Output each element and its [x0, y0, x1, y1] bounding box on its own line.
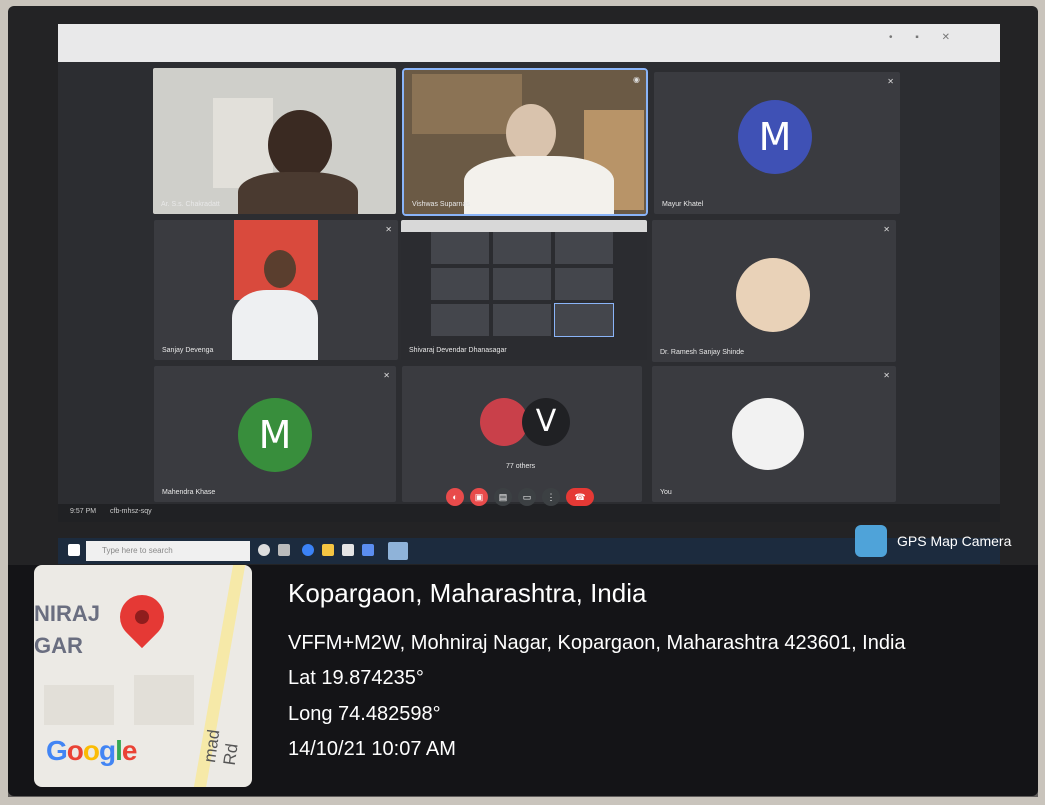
- group-photo: [480, 398, 528, 446]
- participant-body: [464, 156, 614, 214]
- present-button[interactable]: ▭: [518, 488, 536, 506]
- participant-tile-6[interactable]: ✕ Dr. Ramesh Sanjay Shinde: [652, 220, 896, 362]
- profile-photo: [732, 398, 804, 470]
- cortana-icon[interactable]: [258, 544, 270, 556]
- mic-muted-icon: ✕: [383, 371, 390, 380]
- mail-icon[interactable]: [362, 544, 374, 556]
- map-area-label: GAR: [34, 633, 83, 658]
- windows-start-icon[interactable]: [68, 544, 80, 556]
- meeting-code: cfb-mhsz-sqy: [110, 508, 152, 515]
- participant-name: Sanjay Devenga: [162, 347, 214, 354]
- participant-name: Shivaraj Devendar Dhanasagar: [409, 347, 507, 354]
- mic-muted-icon: ✕: [887, 77, 894, 86]
- latitude: Lat 19.874235°: [288, 667, 424, 689]
- mic-muted-icon: ✕: [883, 371, 890, 380]
- participant-body: [238, 172, 358, 214]
- mic-toggle-button[interactable]: ◐: [446, 488, 464, 506]
- participant-name: Vishwas Suparnas: [412, 201, 470, 208]
- participant-name: You: [660, 489, 672, 496]
- gps-camera-icon: [855, 525, 887, 557]
- participant-tile-8[interactable]: V 77 others: [402, 366, 642, 502]
- participant-head: [268, 110, 332, 180]
- map-block: [134, 675, 194, 725]
- bookshelf: [412, 74, 522, 134]
- gps-app-name: GPS Map Camera: [897, 533, 1012, 549]
- participant-tile-2[interactable]: ◉ Vishwas Suparnas: [402, 68, 648, 216]
- shared-screen-bar: [401, 220, 647, 232]
- participant-tile-1[interactable]: Ar. S.s. Chakradatt: [153, 68, 396, 214]
- avatar: M: [238, 398, 312, 472]
- participant-head: [264, 250, 296, 288]
- participant-tile-5[interactable]: Shivaraj Devendar Dhanasagar: [401, 220, 647, 360]
- road-name: mad Rd: [200, 728, 242, 767]
- avatar: M: [738, 100, 812, 174]
- map-thumbnail: NIRAJ GAR Google mad Rd: [34, 565, 252, 787]
- participant-tile-4[interactable]: ✕ Sanjay Devenga: [154, 220, 398, 360]
- end-call-button[interactable]: ☎: [566, 488, 594, 506]
- taskbar-search-input[interactable]: Type here to search: [86, 541, 250, 561]
- profile-photo: [736, 258, 810, 332]
- participant-tile-7[interactable]: M ✕ Mahendra Khase: [154, 366, 396, 502]
- pin-center: [132, 607, 152, 627]
- chrome-icon[interactable]: [388, 542, 408, 560]
- participant-name: Dr. Ramesh Sanjay Shinde: [660, 349, 745, 356]
- more-options-button[interactable]: ⋮: [542, 488, 560, 506]
- task-view-icon[interactable]: [278, 544, 290, 556]
- browser-bar: • ▪ ✕: [58, 24, 1000, 62]
- google-logo: Google: [46, 735, 137, 766]
- browser-window-controls[interactable]: • ▪ ✕: [889, 32, 960, 43]
- participant-body: [232, 290, 318, 360]
- participant-tile-9[interactable]: ✕ You: [652, 366, 896, 502]
- others-count: 77 others: [506, 463, 536, 470]
- map-block: [44, 685, 114, 725]
- store-icon[interactable]: [342, 544, 354, 556]
- participant-name: Mayur Khatel: [662, 201, 704, 208]
- participant-tile-3[interactable]: M ✕ Mayur Khatel: [654, 72, 900, 214]
- mic-muted-icon: ✕: [883, 225, 890, 234]
- location-pin-icon: [110, 585, 174, 649]
- mic-muted-icon: ✕: [385, 225, 392, 234]
- location-title: Kopargaon, Maharashtra, India: [288, 578, 647, 608]
- meeting-clock: 9:57 PM: [70, 508, 97, 515]
- camera-toggle-button[interactable]: ▣: [470, 488, 488, 506]
- mic-icon: ◉: [633, 75, 640, 84]
- capture-datetime: 14/10/21 10:07 AM: [288, 738, 456, 760]
- longitude: Long 74.482598°: [288, 703, 441, 725]
- participant-name: Ar. S.s. Chakradatt: [161, 201, 220, 208]
- gps-app-badge: GPS Map Camera: [855, 525, 1033, 557]
- participant-name: Mahendra Khase: [162, 489, 216, 496]
- participant-head: [506, 104, 556, 162]
- group-avatar: V: [522, 398, 570, 446]
- location-address: VFFM+M2W, Mohniraj Nagar, Kopargaon, Mah…: [288, 632, 906, 654]
- captions-button[interactable]: ▤: [494, 488, 512, 506]
- map-area-label: NIRAJ: [34, 601, 101, 626]
- edge-icon[interactable]: [302, 544, 314, 556]
- meeting-screen: • ▪ ✕ Ar. S.s. Chakradatt ◉ Vishwas Supa…: [58, 24, 1000, 522]
- file-explorer-icon[interactable]: [322, 544, 334, 556]
- meeting-control-bar: 9:57 PM cfb-mhsz-sqy: [58, 504, 1000, 522]
